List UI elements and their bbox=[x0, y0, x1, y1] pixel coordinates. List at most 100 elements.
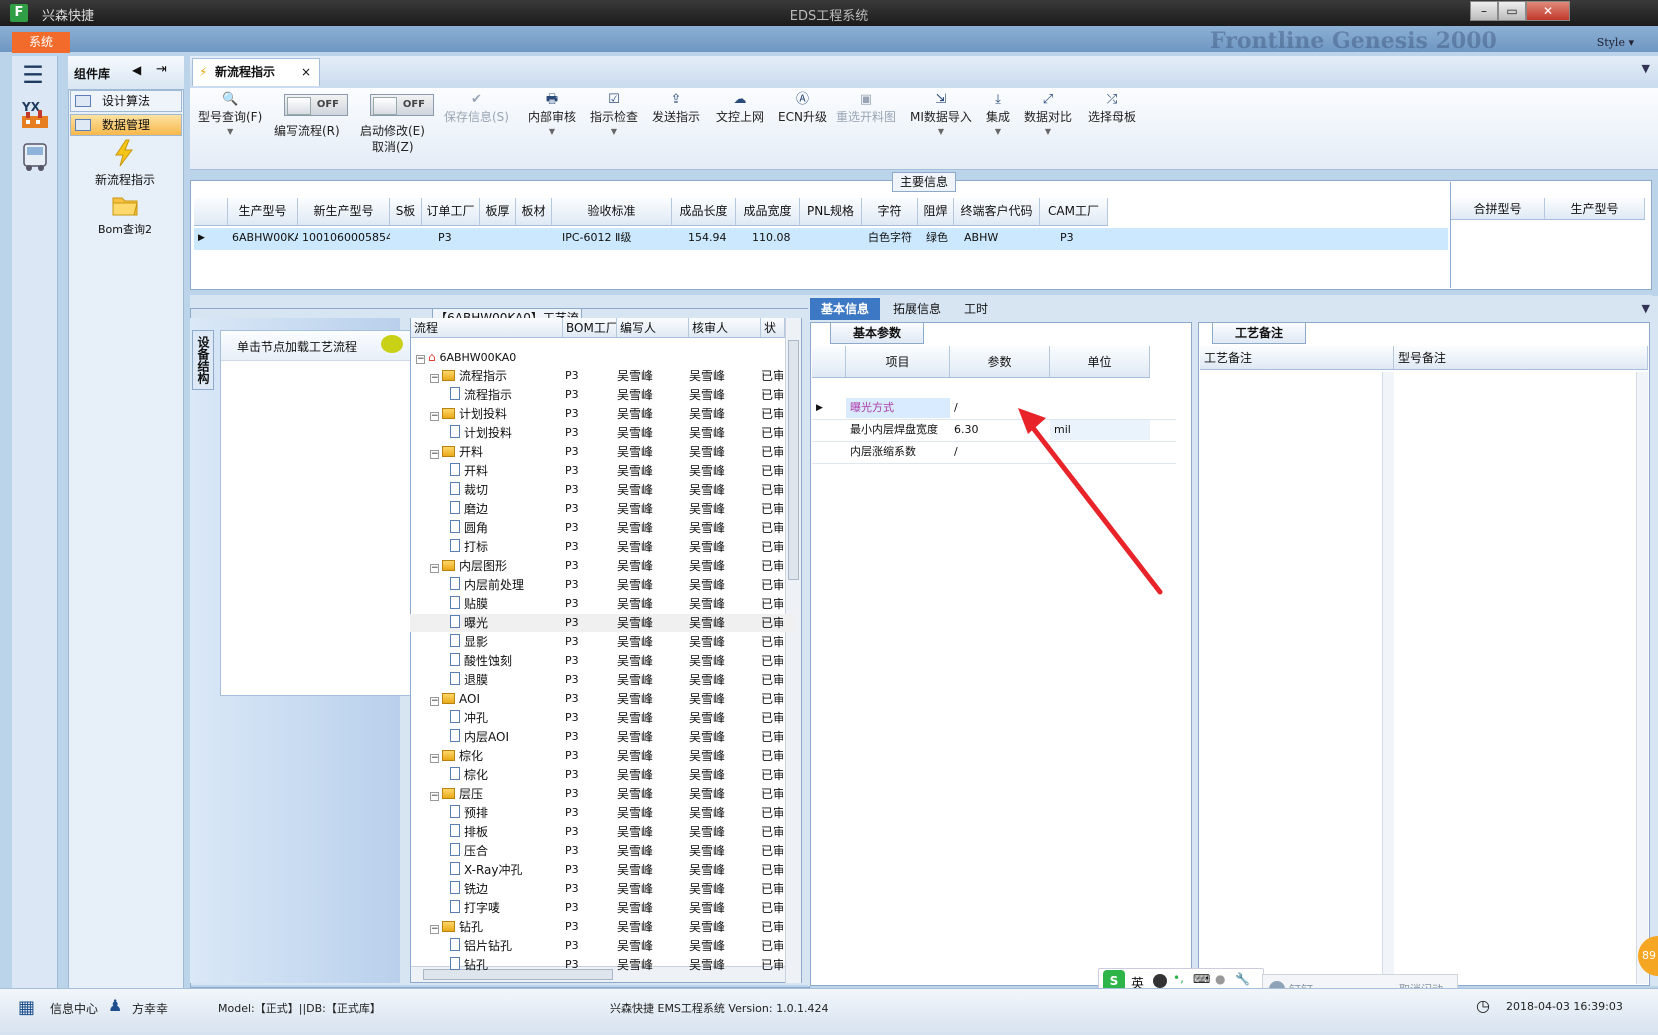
col-header[interactable]: 新生产型号 bbox=[298, 198, 390, 226]
tree-row[interactable]: 打字唛 P3 吴雪峰 吴雪峰 已审 bbox=[410, 899, 795, 917]
launcher-bom-query[interactable]: Bom查询2 bbox=[80, 192, 170, 237]
close-tab-icon[interactable]: × bbox=[301, 59, 311, 85]
collapse-icon[interactable]: − bbox=[430, 754, 439, 763]
col-header[interactable]: 成品宽度 bbox=[736, 198, 800, 226]
tab-process-remarks[interactable]: 工艺备注 bbox=[1212, 322, 1306, 344]
dropdown-arrow-icon[interactable]: ▼ bbox=[198, 127, 262, 136]
collapse-icon[interactable]: − bbox=[430, 374, 439, 383]
collapse-icon[interactable]: − bbox=[430, 564, 439, 573]
hint-row[interactable]: 单击节点加载工艺流程 bbox=[221, 331, 411, 361]
minimize-button[interactable]: – bbox=[1470, 1, 1498, 21]
dropdown-arrow-icon[interactable]: ▼ bbox=[528, 127, 576, 136]
select-master-board-button[interactable]: ⤮ 选择母板 bbox=[1088, 92, 1136, 125]
col-header[interactable]: 阻焊 bbox=[918, 198, 954, 226]
info-center-link[interactable]: 信息中心 bbox=[50, 1000, 98, 1017]
tab-new-flow[interactable]: ⚡ 新流程指示 × bbox=[192, 58, 320, 86]
tab-work-hours[interactable]: 工时 bbox=[954, 298, 998, 320]
col-header[interactable]: 合拼型号 bbox=[1451, 198, 1545, 220]
col-header[interactable]: 项目 bbox=[846, 346, 950, 378]
tree-row[interactable]: 曝光 P3 吴雪峰 吴雪峰 已审 bbox=[410, 614, 795, 632]
cell[interactable]: / bbox=[950, 398, 1050, 418]
tree-row[interactable]: 贴膜 P3 吴雪峰 吴雪峰 已审 bbox=[410, 595, 795, 613]
col-header[interactable]: 成品长度 bbox=[672, 198, 736, 226]
launcher-new-flow[interactable]: 新流程指示 bbox=[80, 138, 170, 188]
detail-tab-chevron-icon[interactable]: ▼ bbox=[1642, 302, 1650, 315]
instruction-check-button[interactable]: ☑ 指示检查 ▼ bbox=[590, 92, 638, 136]
col-header[interactable]: CAM工厂 bbox=[1040, 198, 1108, 226]
internal-review-button[interactable]: 🖶 内部审核 ▼ bbox=[528, 92, 576, 136]
comp-item-data-management[interactable]: 数据管理 bbox=[70, 114, 182, 136]
ime-punct-icon[interactable]: •, bbox=[1173, 971, 1184, 985]
tab-extended-info[interactable]: 拓展信息 bbox=[880, 298, 954, 320]
dropdown-arrow-icon[interactable]: ▼ bbox=[986, 127, 1010, 136]
tree-row[interactable]: 磨边 P3 吴雪峰 吴雪峰 已审 bbox=[410, 500, 795, 518]
tree-row[interactable]: 铝片钻孔 P3 吴雪峰 吴雪峰 已审 bbox=[410, 937, 795, 955]
tree-row[interactable]: 计划投料 P3 吴雪峰 吴雪峰 已审 bbox=[410, 424, 795, 442]
tree-row[interactable]: 棕化 P3 吴雪峰 吴雪峰 已审 bbox=[410, 766, 795, 784]
tree-row[interactable]: 排板 P3 吴雪峰 吴雪峰 已审 bbox=[410, 823, 795, 841]
data-compare-button[interactable]: ⤢ 数据对比 ▼ bbox=[1024, 92, 1072, 136]
col-header[interactable]: BOM工厂 bbox=[563, 318, 617, 338]
doc-control-online-button[interactable]: ☁ 文控上网 bbox=[716, 92, 764, 125]
ecn-upgrade-button[interactable]: Ⓐ ECN升级 bbox=[778, 92, 827, 125]
tab-basic-params[interactable]: 基本参数 bbox=[830, 322, 924, 344]
write-flow-toggle[interactable]: OFF bbox=[284, 94, 348, 116]
cell[interactable]: / bbox=[950, 442, 1050, 462]
tree-row[interactable]: 铣边 P3 吴雪峰 吴雪峰 已审 bbox=[410, 880, 795, 898]
tree-row[interactable]: 打标 P3 吴雪峰 吴雪峰 已审 bbox=[410, 538, 795, 556]
maximize-button[interactable]: ▭ bbox=[1498, 1, 1526, 21]
comp-item-design-algorithm[interactable]: 设计算法 bbox=[70, 90, 182, 112]
keyboard-icon[interactable]: ⌨ bbox=[1193, 972, 1210, 986]
col-header[interactable]: 验收标准 bbox=[552, 198, 672, 226]
col-header[interactable]: PNL规格 bbox=[800, 198, 862, 226]
tab-equipment-structure[interactable]: 设备结构 bbox=[192, 330, 214, 390]
tree-row[interactable]: X-Ray冲孔 P3 吴雪峰 吴雪峰 已审 bbox=[410, 861, 795, 879]
col-header[interactable]: 生产型号 bbox=[1545, 198, 1645, 220]
tree-row[interactable]: − 层压 P3 吴雪峰 吴雪峰 已审 bbox=[410, 785, 795, 803]
tree-row[interactable]: 内层前处理 P3 吴雪峰 吴雪峰 已审 bbox=[410, 576, 795, 594]
col-header[interactable]: 字符 bbox=[862, 198, 918, 226]
collapse-icon[interactable]: − bbox=[430, 697, 439, 706]
tree-row[interactable]: 酸性蚀刻 P3 吴雪峰 吴雪峰 已审 bbox=[410, 652, 795, 670]
menu-hamburger-icon[interactable]: ☰ bbox=[16, 60, 50, 90]
table-row[interactable]: ▶ 曝光方式 / bbox=[812, 398, 1176, 420]
integrate-button[interactable]: ⤓ 集成 ▼ bbox=[986, 92, 1010, 136]
col-header[interactable]: 生产型号 bbox=[228, 198, 298, 226]
table-row[interactable]: 内层涨缩系数 / bbox=[812, 442, 1176, 464]
tree-row[interactable]: 裁切 P3 吴雪峰 吴雪峰 已审 bbox=[410, 481, 795, 499]
collapse-left-icon[interactable]: ◀ bbox=[132, 63, 141, 77]
tree-row[interactable]: 预排 P3 吴雪峰 吴雪峰 已审 bbox=[410, 804, 795, 822]
col-header[interactable]: 编写人 bbox=[617, 318, 689, 338]
tree-row[interactable]: 显影 P3 吴雪峰 吴雪峰 已审 bbox=[410, 633, 795, 651]
col-header[interactable]: 板厚 bbox=[480, 198, 516, 226]
col-header[interactable]: 参数 bbox=[950, 346, 1050, 378]
cancel-edit-label[interactable]: 取消(Z) bbox=[372, 138, 414, 155]
tree-row[interactable]: 压合 P3 吴雪峰 吴雪峰 已审 bbox=[410, 842, 795, 860]
cell[interactable]: 6.30 bbox=[950, 420, 1050, 440]
tree-row[interactable]: − 流程指示 P3 吴雪峰 吴雪峰 已审 bbox=[410, 367, 795, 385]
col-header[interactable]: S板 bbox=[390, 198, 422, 226]
col-header[interactable]: 单位 bbox=[1050, 346, 1150, 378]
table-row[interactable]: 最小内层焊盘宽度 6.30 mil bbox=[812, 420, 1176, 442]
collapse-icon[interactable]: − bbox=[430, 412, 439, 421]
tree-row[interactable]: 圆角 P3 吴雪峰 吴雪峰 已审 bbox=[410, 519, 795, 537]
col-header[interactable]: 终端客户代码 bbox=[954, 198, 1040, 226]
model-remarks-scrollbar[interactable] bbox=[1636, 372, 1648, 984]
tree-row[interactable]: 内层AOI P3 吴雪峰 吴雪峰 已审 bbox=[410, 728, 795, 746]
start-edit-toggle[interactable]: OFF bbox=[370, 94, 434, 116]
tab-basic-info[interactable]: 基本信息 bbox=[810, 298, 880, 320]
dropdown-arrow-icon[interactable]: ▼ bbox=[590, 127, 638, 136]
tree-row[interactable]: − 计划投料 P3 吴雪峰 吴雪峰 已审 bbox=[410, 405, 795, 423]
ime-moon-icon[interactable] bbox=[1153, 974, 1167, 988]
tree-row[interactable]: − 钻孔 P3 吴雪峰 吴雪峰 已审 bbox=[410, 918, 795, 936]
tree-row[interactable]: 流程指示 P3 吴雪峰 吴雪峰 已审 bbox=[410, 386, 795, 404]
col-header[interactable]: 流程 bbox=[411, 318, 563, 338]
save-info-button[interactable]: ✔ 保存信息(S) bbox=[444, 92, 509, 125]
pin-icon[interactable]: ⇥ bbox=[156, 62, 167, 77]
model-query-button[interactable]: 🔍 型号查询(F) ▼ bbox=[198, 92, 262, 136]
tree-row[interactable]: 退膜 P3 吴雪峰 吴雪峰 已审 bbox=[410, 671, 795, 689]
mi-data-import-button[interactable]: ⇲ MI数据导入 ▼ bbox=[910, 92, 972, 136]
tree-row[interactable]: 钻孔 P3 吴雪峰 吴雪峰 已审 bbox=[410, 956, 795, 974]
dropdown-arrow-icon[interactable]: ▼ bbox=[910, 127, 972, 136]
table-row[interactable]: ▶ 6ABHW00KA0 10010600058544 P3 IPC-6012 … bbox=[194, 228, 1448, 250]
